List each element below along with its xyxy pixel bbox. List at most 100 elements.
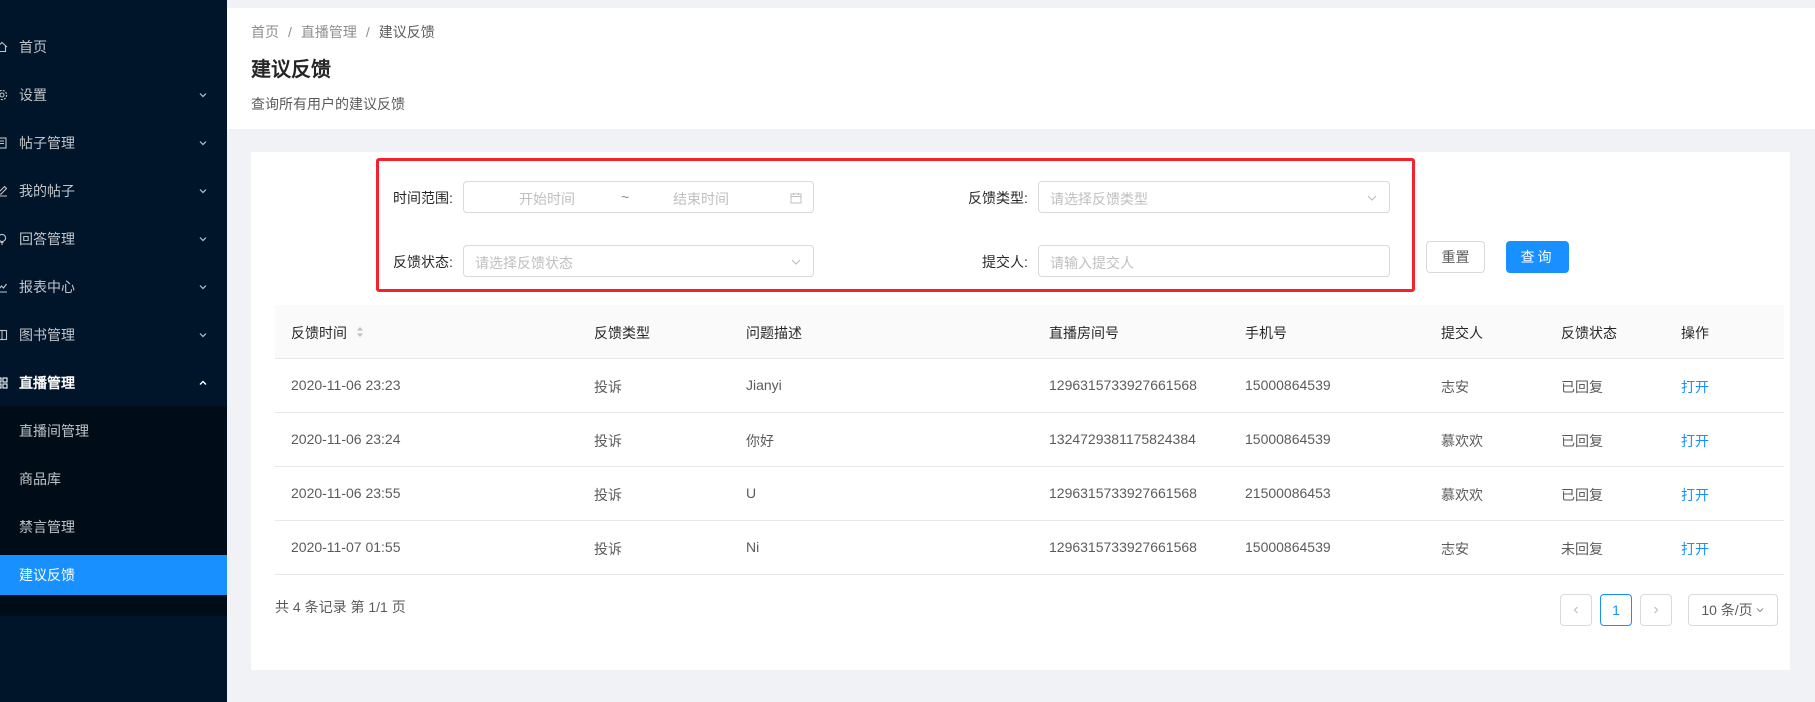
chevron-down-icon [199, 285, 207, 290]
breadcrumb-separator: / [288, 24, 292, 40]
cell-status: 未回复 [1561, 541, 1603, 557]
appstore-icon [0, 376, 9, 390]
sidebar-subitem-products[interactable]: 商品库 [0, 459, 227, 499]
sidebar-item-reports[interactable]: 报表中心 [0, 267, 227, 307]
open-link[interactable]: 打开 [1681, 377, 1709, 397]
cell-status: 已回复 [1561, 379, 1603, 395]
top-bar [227, 0, 1815, 8]
feedback-type-select[interactable]: 请选择反馈类型 [1038, 181, 1390, 213]
chevron-down-icon [1756, 608, 1764, 613]
sidebar-item-label: 设置 [19, 87, 47, 103]
breadcrumb: 首页 / 直播管理 / 建议反馈 [251, 22, 435, 42]
line-chart-icon [0, 280, 9, 294]
date-range-picker[interactable]: 开始时间 ~ 结束时间 [463, 181, 814, 213]
end-date-input[interactable]: 结束时间 [673, 189, 729, 209]
query-button[interactable]: 查询 [1506, 241, 1569, 273]
cell-description: Ni [746, 539, 760, 555]
chevron-down-icon [199, 333, 207, 338]
chevron-down-icon [199, 93, 207, 98]
cell-status: 已回复 [1561, 487, 1603, 503]
feedback-status-label: 反馈状态: [393, 254, 453, 270]
cell-status: 已回复 [1561, 433, 1603, 449]
chevron-down-icon [199, 237, 207, 242]
sidebar-item-label: 回答管理 [19, 231, 75, 247]
chevron-down-icon [199, 141, 207, 146]
breadcrumb-live[interactable]: 直播管理 [301, 22, 357, 42]
cell-phone: 21500086453 [1245, 485, 1331, 501]
cell-description: Jianyi [746, 377, 782, 393]
table-row: 2020-11-06 23:23 投诉 Jianyi 1296315733927… [275, 359, 1784, 413]
file-icon [0, 136, 9, 150]
submitter-input[interactable]: 请输入提交人 [1038, 245, 1390, 277]
prev-page-button[interactable] [1560, 594, 1592, 626]
cell-submitter: 志安 [1441, 379, 1469, 395]
page-title: 建议反馈 [251, 59, 331, 81]
open-link[interactable]: 打开 [1681, 485, 1709, 505]
sidebar-item-label: 帖子管理 [19, 135, 75, 151]
submitter-label: 提交人: [982, 254, 1028, 270]
col-feedback-time[interactable]: 反馈时间 [291, 323, 347, 343]
page-1-button[interactable]: 1 [1600, 594, 1632, 626]
sidebar-item-posts[interactable]: 帖子管理 [0, 123, 227, 163]
chevron-down-icon [199, 189, 207, 194]
cell-type: 投诉 [594, 433, 622, 449]
table-row: 2020-11-06 23:24 投诉 你好 13247293811758243… [275, 413, 1784, 467]
bulb-icon [0, 232, 9, 246]
col-room-id: 直播房间号 [1049, 325, 1119, 341]
pagination-summary: 共 4 条记录 第 1/1 页 [275, 599, 406, 615]
breadcrumb-home[interactable]: 首页 [251, 22, 279, 42]
open-link[interactable]: 打开 [1681, 539, 1709, 559]
col-status: 反馈状态 [1561, 325, 1617, 341]
cell-submitter: 志安 [1441, 541, 1469, 557]
chevron-left-icon [1573, 606, 1578, 614]
gear-icon [0, 88, 9, 102]
sidebar-item-label: 我的帖子 [19, 183, 75, 199]
sidebar-subitem-label: 直播间管理 [19, 423, 89, 439]
start-date-input[interactable]: 开始时间 [519, 189, 575, 209]
sidebar-item-live[interactable]: 直播管理 [0, 363, 227, 403]
sidebar-item-books[interactable]: 图书管理 [0, 315, 227, 355]
cell-time: 2020-11-06 23:23 [291, 377, 401, 393]
cell-description: U [746, 485, 757, 501]
cell-time: 2020-11-06 23:55 [291, 485, 401, 501]
col-action: 操作 [1681, 325, 1709, 341]
sidebar-subitem-label: 禁言管理 [19, 519, 75, 535]
calendar-icon [790, 193, 802, 204]
cell-time: 2020-11-07 01:55 [291, 539, 401, 555]
open-link[interactable]: 打开 [1681, 431, 1709, 451]
sidebar-subitem-mute[interactable]: 禁言管理 [0, 507, 227, 547]
col-phone: 手机号 [1245, 325, 1287, 341]
chevron-down-icon [791, 259, 801, 265]
range-separator: ~ [621, 189, 630, 205]
chevron-up-icon [199, 380, 207, 385]
cell-submitter: 慕欢欢 [1441, 433, 1483, 449]
sidebar: 首页 设置 帖子管理 我的帖子 回答管理 报表中心 图书管理 直播管理 直播间管… [0, 0, 227, 702]
home-icon [0, 40, 9, 54]
page-description: 查询所有用户的建议反馈 [251, 96, 405, 112]
feedback-status-select[interactable]: 请选择反馈状态 [463, 245, 814, 277]
table-header: 反馈时间 反馈类型 问题描述 直播房间号 手机号 提交人 反馈状态 操作 [275, 305, 1784, 359]
chevron-down-icon [1367, 195, 1377, 201]
cell-room-id: 1324729381175824384 [1049, 431, 1196, 447]
sidebar-subitem-feedback[interactable]: 建议反馈 [0, 555, 227, 595]
sidebar-item-home[interactable]: 首页 [0, 27, 227, 67]
cell-room-id: 1296315733927661568 [1049, 485, 1197, 501]
sidebar-subitem-live-rooms[interactable]: 直播间管理 [0, 411, 227, 451]
next-page-button[interactable] [1640, 594, 1672, 626]
sidebar-item-my-posts[interactable]: 我的帖子 [0, 171, 227, 211]
sidebar-item-settings[interactable]: 设置 [0, 75, 227, 115]
cell-type: 投诉 [594, 541, 622, 557]
reset-button[interactable]: 重置 [1426, 241, 1485, 273]
cell-room-id: 1296315733927661568 [1049, 539, 1197, 555]
cell-room-id: 1296315733927661568 [1049, 377, 1197, 393]
breadcrumb-separator: / [365, 24, 370, 40]
cell-description: 你好 [746, 433, 774, 449]
cell-phone: 15000864539 [1245, 539, 1331, 555]
page-header: 首页 / 直播管理 / 建议反馈 建议反馈 查询所有用户的建议反馈 [227, 8, 1815, 129]
sidebar-item-answers[interactable]: 回答管理 [0, 219, 227, 259]
col-feedback-type: 反馈类型 [594, 325, 650, 341]
page-size-value: 10 条/页 [1701, 602, 1753, 618]
page-size-select[interactable]: 10 条/页 [1688, 594, 1778, 626]
sort-icon[interactable] [355, 325, 365, 339]
cell-phone: 15000864539 [1245, 377, 1331, 393]
